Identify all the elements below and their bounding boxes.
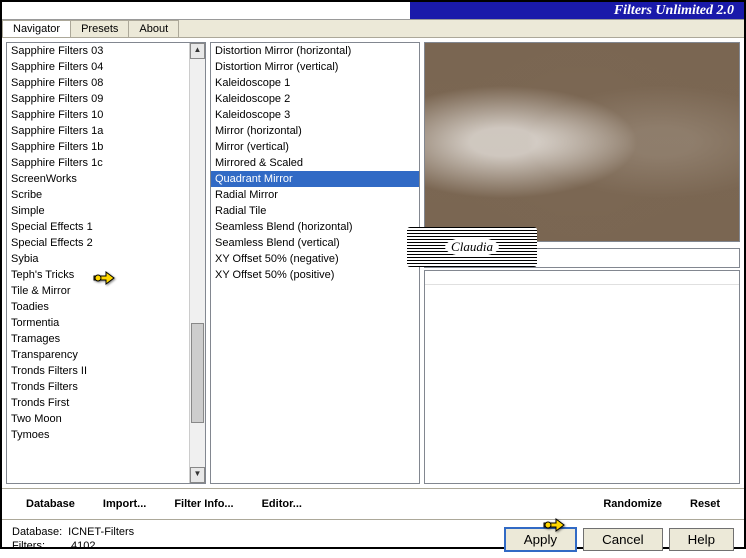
filter-list-container: Distortion Mirror (horizontal)Distortion… — [210, 42, 420, 484]
category-item[interactable]: Tronds First — [7, 395, 205, 411]
reset-button[interactable]: Reset — [676, 495, 734, 513]
footer-buttons: Apply Cancel Help — [504, 527, 734, 552]
tab-navigator[interactable]: Navigator — [2, 20, 71, 37]
watermark-text: Claudia — [445, 237, 499, 257]
filter-item[interactable]: Kaleidoscope 1 — [211, 75, 419, 91]
category-item[interactable]: Tymoes — [7, 427, 205, 443]
category-item[interactable]: Sybia — [7, 251, 205, 267]
filter-item[interactable]: Mirror (horizontal) — [211, 123, 419, 139]
toolbar: Database Import... Filter Info... Editor… — [2, 488, 744, 520]
category-item[interactable]: Sapphire Filters 10 — [7, 107, 205, 123]
database-button[interactable]: Database — [12, 495, 89, 513]
preview-image-box — [424, 42, 740, 242]
filter-item[interactable]: XY Offset 50% (negative) — [211, 251, 419, 267]
app-title: Filters Unlimited 2.0 — [614, 2, 734, 20]
category-item[interactable]: Sapphire Filters 1c — [7, 155, 205, 171]
filter-item[interactable]: Quadrant Mirror — [211, 171, 419, 187]
tab-about[interactable]: About — [128, 20, 179, 37]
scroll-up-arrow[interactable]: ▲ — [190, 43, 205, 59]
scroll-down-arrow[interactable]: ▼ — [190, 467, 205, 483]
category-item[interactable]: Sapphire Filters 08 — [7, 75, 205, 91]
category-item[interactable]: Sapphire Filters 1a — [7, 123, 205, 139]
filter-item[interactable]: Radial Mirror — [211, 187, 419, 203]
category-item[interactable]: Transparency — [7, 347, 205, 363]
filters-count-label: Filters: — [12, 540, 45, 552]
category-item[interactable]: Tramages — [7, 331, 205, 347]
category-item[interactable]: Sapphire Filters 04 — [7, 59, 205, 75]
help-button[interactable]: Help — [669, 528, 734, 551]
apply-button[interactable]: Apply — [504, 527, 577, 552]
category-item[interactable]: Scribe — [7, 187, 205, 203]
footer: Database: ICNET-Filters Filters: 4102 Ap… — [2, 520, 744, 558]
scroll-thumb[interactable] — [191, 323, 204, 423]
filter-item[interactable]: Seamless Blend (horizontal) — [211, 219, 419, 235]
category-list[interactable]: Sapphire Filters 03Sapphire Filters 04Sa… — [7, 43, 205, 483]
filter-item[interactable]: Mirrored & Scaled — [211, 155, 419, 171]
editor-button[interactable]: Editor... — [248, 495, 316, 513]
category-item[interactable]: Tronds Filters — [7, 379, 205, 395]
parameters-area — [424, 270, 740, 484]
filter-info-button[interactable]: Filter Info... — [160, 495, 247, 513]
filter-item[interactable]: Kaleidoscope 2 — [211, 91, 419, 107]
filter-item[interactable]: Seamless Blend (vertical) — [211, 235, 419, 251]
watermark-overlay: Claudia — [407, 227, 537, 267]
footer-info: Database: ICNET-Filters Filters: 4102 — [12, 526, 504, 552]
filter-item[interactable]: XY Offset 50% (positive) — [211, 267, 419, 283]
filters-count-value: 4102 — [71, 540, 95, 552]
database-label: Database: — [12, 526, 62, 538]
filter-list[interactable]: Distortion Mirror (horizontal)Distortion… — [211, 43, 419, 483]
category-item[interactable]: ScreenWorks — [7, 171, 205, 187]
category-item[interactable]: Simple — [7, 203, 205, 219]
filter-item[interactable]: Distortion Mirror (horizontal) — [211, 43, 419, 59]
param-row — [425, 271, 739, 285]
category-item[interactable]: Sapphire Filters 1b — [7, 139, 205, 155]
category-item[interactable]: Sapphire Filters 03 — [7, 43, 205, 59]
category-item[interactable]: Tile & Mirror — [7, 283, 205, 299]
cancel-button[interactable]: Cancel — [583, 528, 663, 551]
category-item[interactable]: Tronds Filters II — [7, 363, 205, 379]
category-item[interactable]: Toadies — [7, 299, 205, 315]
app-header: Filters Unlimited 2.0 — [2, 2, 744, 20]
filter-item[interactable]: Kaleidoscope 3 — [211, 107, 419, 123]
category-item[interactable]: Teph's Tricks — [7, 267, 205, 283]
main-content: Sapphire Filters 03Sapphire Filters 04Sa… — [2, 38, 744, 488]
category-scrollbar[interactable]: ▲ ▼ — [189, 43, 205, 483]
category-item[interactable]: Two Moon — [7, 411, 205, 427]
filter-item[interactable]: Mirror (vertical) — [211, 139, 419, 155]
category-item[interactable]: Sapphire Filters 09 — [7, 91, 205, 107]
filter-item[interactable]: Radial Tile — [211, 203, 419, 219]
category-list-container: Sapphire Filters 03Sapphire Filters 04Sa… — [6, 42, 206, 484]
import-button[interactable]: Import... — [89, 495, 160, 513]
category-item[interactable]: Special Effects 2 — [7, 235, 205, 251]
category-item[interactable]: Tormentia — [7, 315, 205, 331]
randomize-button[interactable]: Randomize — [589, 495, 676, 513]
preview-image — [425, 43, 739, 241]
tab-presets[interactable]: Presets — [70, 20, 129, 37]
tab-bar: Navigator Presets About — [2, 20, 744, 38]
database-value: ICNET-Filters — [68, 526, 134, 538]
category-item[interactable]: Special Effects 1 — [7, 219, 205, 235]
filter-item[interactable]: Distortion Mirror (vertical) — [211, 59, 419, 75]
